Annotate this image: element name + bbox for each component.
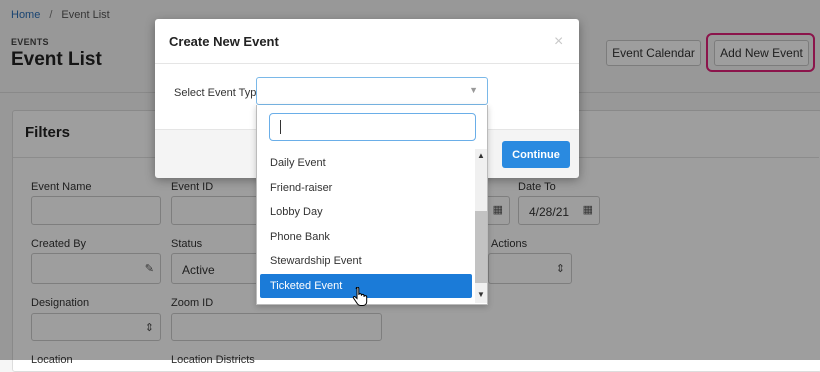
- event-type-select[interactable]: ▼: [256, 77, 488, 105]
- select-event-type-label: Select Event Type: [174, 87, 263, 99]
- dropdown-search-input[interactable]: [269, 113, 476, 141]
- dropdown-option[interactable]: Friend-raiser: [260, 176, 472, 200]
- dropdown-option[interactable]: Lobby Day: [260, 200, 472, 224]
- event-type-dropdown: Daily Event Friend-raiser Lobby Day Phon…: [256, 105, 488, 305]
- caret-down-icon: ▼: [469, 85, 478, 95]
- dropdown-option[interactable]: Stewardship Event: [260, 249, 472, 273]
- dropdown-option[interactable]: Daily Event: [260, 151, 472, 175]
- modal-divider: [155, 63, 579, 64]
- modal-title: Create New Event: [169, 34, 279, 49]
- scroll-down-arrow-icon[interactable]: ▼: [475, 290, 487, 299]
- hand-pointer-cursor-icon: [352, 287, 368, 306]
- dropdown-option[interactable]: Phone Bank: [260, 225, 472, 249]
- text-cursor: [280, 120, 281, 134]
- close-icon[interactable]: ×: [554, 33, 563, 51]
- scroll-up-arrow-icon[interactable]: ▲: [475, 151, 487, 160]
- continue-button[interactable]: Continue: [502, 141, 570, 168]
- dropdown-scrollbar-thumb[interactable]: [475, 211, 487, 283]
